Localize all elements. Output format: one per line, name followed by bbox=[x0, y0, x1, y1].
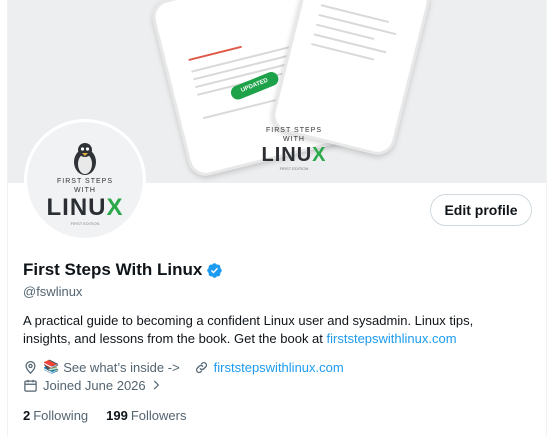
user-handle: @fswlinux bbox=[23, 284, 83, 299]
location-icon bbox=[25, 360, 36, 374]
joined-row[interactable]: Joined June 2026 bbox=[23, 376, 168, 394]
followers-link[interactable]: 199 Followers bbox=[106, 408, 186, 423]
profile-meta-row: 📚 See what’s inside -> firststepswithlin… bbox=[23, 358, 344, 376]
penguin-icon bbox=[74, 143, 96, 175]
followers-label: Followers bbox=[130, 407, 187, 423]
bio-link[interactable]: firststepswithlinux.com bbox=[327, 331, 457, 346]
banner-logo-mid: WITH bbox=[283, 136, 305, 143]
website-link[interactable]: firststepswithlinux.com bbox=[214, 360, 344, 375]
books-icon: 📚 bbox=[43, 359, 60, 374]
profile-bio: A practical guide to becoming a confiden… bbox=[23, 312, 523, 348]
following-label: Following bbox=[33, 407, 89, 423]
location-text: See what’s inside -> bbox=[63, 359, 180, 375]
chevron-right-icon bbox=[153, 380, 159, 390]
joined-item[interactable]: Joined June 2026 bbox=[23, 378, 168, 393]
banner-book-logo: FIRST STEPS WITH LINUX FIRST EDITION bbox=[258, 126, 330, 171]
edit-profile-button[interactable]: Edit profile bbox=[430, 194, 532, 226]
link-icon bbox=[195, 361, 207, 373]
display-name: First Steps With Linux bbox=[23, 260, 203, 279]
avatar-logo-edition: FIRST EDITION bbox=[70, 221, 100, 226]
following-link[interactable]: 2 Following bbox=[23, 408, 88, 423]
display-name-row: First Steps With Linux bbox=[23, 259, 223, 281]
frame-right-border bbox=[546, 0, 547, 436]
banner-logo-edition: FIRST EDITION bbox=[279, 166, 309, 171]
website-item[interactable]: firststepswithlinux.com bbox=[194, 360, 344, 375]
calendar-icon bbox=[24, 379, 37, 392]
following-count: 2 bbox=[23, 407, 31, 423]
joined-text: Joined June 2026 bbox=[43, 377, 146, 393]
location-item: 📚 See what’s inside -> bbox=[23, 359, 180, 375]
avatar-logo-top: FIRST STEPS bbox=[57, 178, 113, 185]
follow-stats: 2 Following 199 Followers bbox=[23, 406, 186, 424]
followers-count: 199 bbox=[106, 407, 128, 423]
avatar[interactable]: FIRST STEPS WITH LINUX FIRST EDITION bbox=[24, 119, 146, 241]
banner-logo-top: FIRST STEPS bbox=[266, 127, 322, 134]
verified-badge-icon[interactable] bbox=[206, 262, 223, 279]
avatar-logo-main: LINUX bbox=[46, 194, 124, 221]
banner-logo-main: LINUX bbox=[261, 144, 327, 166]
